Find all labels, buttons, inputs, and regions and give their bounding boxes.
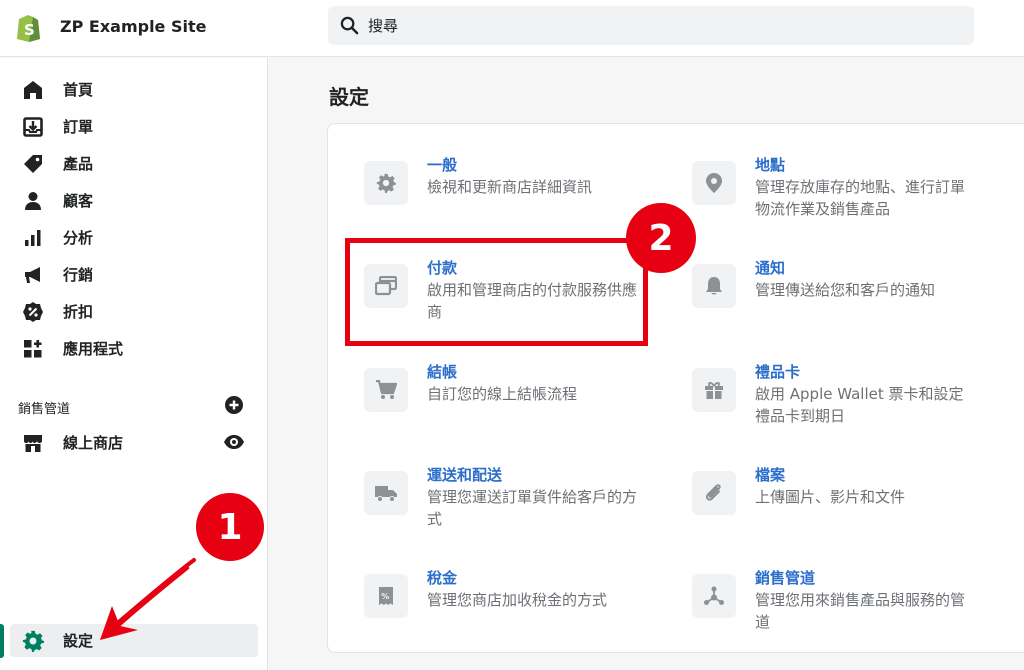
setting-title: 禮品卡: [755, 363, 801, 381]
highlight-box: [345, 238, 648, 346]
sidebar-item-label: 應用程式: [63, 340, 124, 358]
sidebar-item-discounts[interactable]: 折扣: [10, 295, 258, 328]
setting-title: 稅金: [427, 569, 458, 587]
store-icon: [21, 431, 45, 455]
sidebar-item-marketing[interactable]: 行銷: [10, 258, 258, 291]
setting-description: 管理傳送給您和客戶的通知: [755, 281, 936, 299]
setting-title: 銷售管道: [755, 569, 816, 587]
gift-icon: [692, 368, 736, 412]
sidebar-item-label: 設定: [63, 632, 94, 650]
setting-files[interactable]: 檔案 上傳圖片、影片和文件: [692, 466, 992, 531]
setting-taxes[interactable]: % 稅金 管理您商店加收稅金的方式: [364, 569, 654, 634]
setting-shipping[interactable]: 運送和配送 管理您運送訂單貨件給客戶的方式: [364, 466, 654, 531]
setting-gift-cards[interactable]: 禮品卡 啟用 Apple Wallet 票卡和設定禮品卡到期日: [692, 363, 992, 428]
active-indicator: [0, 624, 4, 658]
svg-text:%: %: [381, 592, 389, 601]
sidebar-item-label: 折扣: [63, 303, 94, 321]
home-icon: [21, 78, 45, 102]
channels-icon: [692, 574, 736, 618]
search-input[interactable]: [368, 6, 958, 45]
megaphone-icon: [21, 263, 45, 287]
sidebar-item-online-store[interactable]: 線上商店: [10, 426, 258, 459]
setting-description: 自訂您的線上結帳流程: [427, 385, 578, 403]
search-bar[interactable]: [328, 6, 974, 45]
sidebar-item-label: 訂單: [63, 118, 94, 136]
gear-icon: [364, 161, 408, 205]
setting-description: 管理您用來銷售產品與服務的管道: [755, 591, 966, 631]
customer-icon: [21, 189, 45, 213]
eye-icon[interactable]: [223, 431, 245, 453]
setting-description: 管理存放庫存的地點、進行訂單物流作業及銷售產品: [755, 178, 966, 218]
shopify-logo-icon[interactable]: S: [15, 12, 43, 42]
analytics-icon: [21, 226, 45, 250]
sidebar-item-analytics[interactable]: 分析: [10, 221, 258, 254]
setting-title: 通知: [755, 259, 786, 277]
setting-description: 上傳圖片、影片和文件: [755, 488, 906, 506]
setting-description: 管理您運送訂單貨件給客戶的方式: [427, 488, 638, 528]
sidebar-item-label: 首頁: [63, 81, 94, 99]
cart-icon: [364, 368, 408, 412]
red-arrow-icon: [100, 558, 196, 640]
orders-icon: [21, 115, 45, 139]
location-pin-icon: [692, 161, 736, 205]
bell-icon: [692, 264, 736, 308]
sales-channels-heading: 銷售管道: [18, 402, 71, 417]
paperclip-icon: [692, 471, 736, 515]
setting-general[interactable]: 一般 檢視和更新商店詳細資訊: [364, 156, 654, 221]
setting-sales-channels[interactable]: 銷售管道 管理您用來銷售產品與服務的管道: [692, 569, 992, 634]
sidebar-item-label: 產品: [63, 155, 94, 173]
sidebar-item-orders[interactable]: 訂單: [10, 110, 258, 143]
top-bar: S ZP Example Site: [0, 0, 1024, 57]
setting-title: 檔案: [755, 466, 786, 484]
setting-title: 結帳: [427, 363, 458, 381]
sidebar-item-apps[interactable]: 應用程式: [10, 332, 258, 365]
setting-notifications[interactable]: 通知 管理傳送給您和客戶的通知: [692, 259, 992, 324]
sidebar-item-products[interactable]: 產品: [10, 147, 258, 180]
apps-icon: [21, 337, 45, 361]
sidebar-item-label: 顧客: [63, 192, 94, 210]
add-channel-icon[interactable]: [224, 395, 244, 415]
tax-receipt-icon: %: [364, 574, 408, 618]
setting-title: 運送和配送: [427, 466, 503, 484]
sidebar-item-customers[interactable]: 顧客: [10, 184, 258, 217]
setting-locations[interactable]: 地點 管理存放庫存的地點、進行訂單物流作業及銷售產品: [692, 156, 992, 221]
sidebar-item-label: 線上商店: [63, 434, 124, 452]
step-2-badge: 2: [626, 203, 696, 273]
setting-description: 管理您商店加收稅金的方式: [427, 591, 608, 609]
setting-title: 一般: [427, 156, 458, 174]
truck-icon: [364, 471, 408, 515]
sidebar-item-label: 行銷: [63, 266, 94, 284]
settings-card: 一般 檢視和更新商店詳細資訊 地點 管理存放庫存的地點、進行訂單物流作業及銷售產…: [327, 123, 1024, 653]
gear-icon: [21, 629, 45, 653]
discount-icon: [21, 300, 45, 324]
setting-description: 檢視和更新商店詳細資訊: [427, 178, 593, 196]
setting-checkout[interactable]: 結帳 自訂您的線上結帳流程: [364, 363, 654, 428]
step-1-badge: 1: [196, 493, 264, 561]
search-icon: [340, 16, 359, 35]
tag-icon: [21, 152, 45, 176]
setting-title: 地點: [755, 156, 786, 174]
sidebar-item-home[interactable]: 首頁: [10, 73, 258, 106]
setting-description: 啟用 Apple Wallet 票卡和設定禮品卡到期日: [755, 385, 964, 425]
site-name[interactable]: ZP Example Site: [60, 17, 206, 36]
svg-text:S: S: [24, 21, 35, 39]
page-title: 設定: [329, 85, 369, 109]
sidebar-item-label: 分析: [63, 229, 94, 247]
